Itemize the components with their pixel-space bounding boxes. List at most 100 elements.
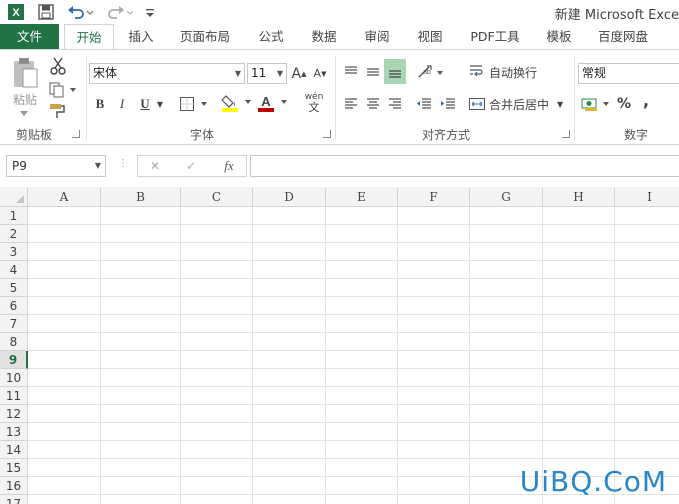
align-right-icon[interactable] xyxy=(386,94,404,114)
select-all-button[interactable] xyxy=(0,187,28,207)
bold-button[interactable]: B xyxy=(92,94,108,114)
tab-page-layout[interactable]: 页面布局 xyxy=(172,24,238,49)
font-size-select[interactable]: 11 ▼ xyxy=(247,63,287,84)
format-painter-icon[interactable] xyxy=(48,102,68,120)
clipboard-group-label: 剪贴板 xyxy=(16,128,53,142)
tab-file[interactable]: 文件 xyxy=(0,24,59,49)
gridline-horizontal xyxy=(28,296,679,297)
column-header-e[interactable]: E xyxy=(326,187,398,207)
formula-bar: P9 ▼ ⋮ ✕ ✓ fx xyxy=(0,145,679,187)
tab-pdf-tools[interactable]: PDF工具 xyxy=(462,24,528,49)
align-top-icon[interactable] xyxy=(342,61,360,83)
font-group-label: 字体 xyxy=(190,128,215,142)
comma-style-button[interactable]: , xyxy=(640,90,652,110)
tab-view[interactable]: 视图 xyxy=(407,24,453,49)
chevron-down-icon: ▼ xyxy=(276,69,283,78)
tab-data[interactable]: 数据 xyxy=(301,24,347,49)
cut-icon[interactable] xyxy=(48,56,68,76)
column-header-d[interactable]: D xyxy=(253,187,326,207)
paste-dropdown-icon[interactable] xyxy=(14,108,34,118)
row-header-12[interactable]: 12 xyxy=(0,405,28,423)
orientation-icon[interactable]: ab xyxy=(416,61,446,83)
alignment-launcher-icon[interactable] xyxy=(562,130,570,138)
row-header-11[interactable]: 11 xyxy=(0,387,28,405)
align-middle-icon[interactable] xyxy=(364,61,382,83)
column-header-c[interactable]: C xyxy=(181,187,253,207)
column-header-i[interactable]: I xyxy=(615,187,679,207)
accounting-format-icon[interactable] xyxy=(580,94,612,114)
group-divider xyxy=(335,56,336,140)
column-header-b[interactable]: B xyxy=(101,187,181,207)
underline-dropdown-icon[interactable]: ▼ xyxy=(154,94,166,114)
svg-text:ab: ab xyxy=(423,69,431,76)
enter-icon[interactable]: ✓ xyxy=(182,158,200,174)
cancel-icon[interactable]: ✕ xyxy=(146,158,164,174)
percent-style-button[interactable]: % xyxy=(614,94,634,114)
align-left-icon[interactable] xyxy=(342,94,360,114)
gridline-horizontal xyxy=(28,224,679,225)
alignment-group-label: 对齐方式 xyxy=(422,128,471,142)
row-header-17[interactable]: 17 xyxy=(0,495,28,504)
font-color-button[interactable]: A xyxy=(256,92,290,114)
decrease-indent-icon[interactable] xyxy=(414,94,434,114)
wrap-text-button[interactable]: 自动换行 xyxy=(468,61,544,83)
clipboard-launcher-icon[interactable] xyxy=(72,130,80,138)
italic-button[interactable]: I xyxy=(114,94,130,114)
paste-icon[interactable] xyxy=(8,56,42,90)
name-box[interactable]: P9 ▼ xyxy=(6,155,106,177)
phonetic-char: 文 xyxy=(308,100,320,114)
fill-color-button[interactable] xyxy=(220,92,254,114)
gridline-horizontal xyxy=(28,350,679,351)
row-header-10[interactable]: 10 xyxy=(0,369,28,387)
tab-templates[interactable]: 模板 xyxy=(536,24,582,49)
column-header-f[interactable]: F xyxy=(398,187,470,207)
row-header-8[interactable]: 8 xyxy=(0,333,28,351)
grow-font-button[interactable]: A ▲ xyxy=(291,63,307,84)
paste-button[interactable]: 粘贴 xyxy=(8,90,42,108)
customize-icon[interactable] xyxy=(143,2,157,22)
row-header-16[interactable]: 16 xyxy=(0,477,28,495)
save-icon[interactable] xyxy=(36,2,56,22)
merge-center-button[interactable]: 合并后居中 ▼ xyxy=(468,93,570,115)
gridline-horizontal xyxy=(28,368,679,369)
row-header-3[interactable]: 3 xyxy=(0,243,28,261)
tab-baidu-netdisk[interactable]: 百度网盘 xyxy=(590,24,656,49)
row-header-7[interactable]: 7 xyxy=(0,315,28,333)
align-bottom-icon[interactable] xyxy=(384,59,406,84)
formula-bar-grip-icon[interactable]: ⋮ xyxy=(118,158,128,169)
phonetic-guide-button[interactable]: wén 文 xyxy=(297,90,331,116)
gridline-vertical xyxy=(614,207,615,504)
tab-formulas[interactable]: 公式 xyxy=(248,24,294,49)
worksheet-grid[interactable]: A B C D E F G H I 1 2 3 4 5 6 7 8 9 10 11 12 13 14 15 16 17 xyxy=(0,187,679,504)
formula-input[interactable] xyxy=(250,155,679,177)
row-header-5[interactable]: 5 xyxy=(0,279,28,297)
redo-icon[interactable] xyxy=(106,2,134,22)
number-format-select[interactable]: 常规 xyxy=(578,63,679,84)
font-name-select[interactable]: 宋体 ▼ xyxy=(89,63,245,84)
row-header-13[interactable]: 13 xyxy=(0,423,28,441)
row-header-6[interactable]: 6 xyxy=(0,297,28,315)
gridline-horizontal xyxy=(28,458,679,459)
row-header-4[interactable]: 4 xyxy=(0,261,28,279)
tab-review[interactable]: 审阅 xyxy=(354,24,400,49)
font-launcher-icon[interactable] xyxy=(323,130,331,138)
row-header-1[interactable]: 1 xyxy=(0,207,28,225)
insert-function-icon[interactable]: fx xyxy=(218,157,240,175)
copy-icon[interactable] xyxy=(46,80,80,100)
row-header-9[interactable]: 9 xyxy=(0,351,28,369)
shrink-font-button[interactable]: A ▼ xyxy=(312,63,328,84)
align-center-icon[interactable] xyxy=(364,94,382,114)
undo-icon[interactable] xyxy=(66,2,94,22)
borders-button[interactable] xyxy=(178,94,210,114)
tab-insert[interactable]: 插入 xyxy=(118,24,164,49)
row-header-14[interactable]: 14 xyxy=(0,441,28,459)
tab-home[interactable]: 开始 xyxy=(64,24,114,50)
column-header-a[interactable]: A xyxy=(28,187,101,207)
increase-indent-icon[interactable] xyxy=(438,94,458,114)
column-header-h[interactable]: H xyxy=(543,187,615,207)
underline-button[interactable]: U xyxy=(137,94,153,114)
row-header-2[interactable]: 2 xyxy=(0,225,28,243)
column-header-g[interactable]: G xyxy=(470,187,543,207)
row-header-15[interactable]: 15 xyxy=(0,459,28,477)
gridline-vertical xyxy=(100,207,101,504)
